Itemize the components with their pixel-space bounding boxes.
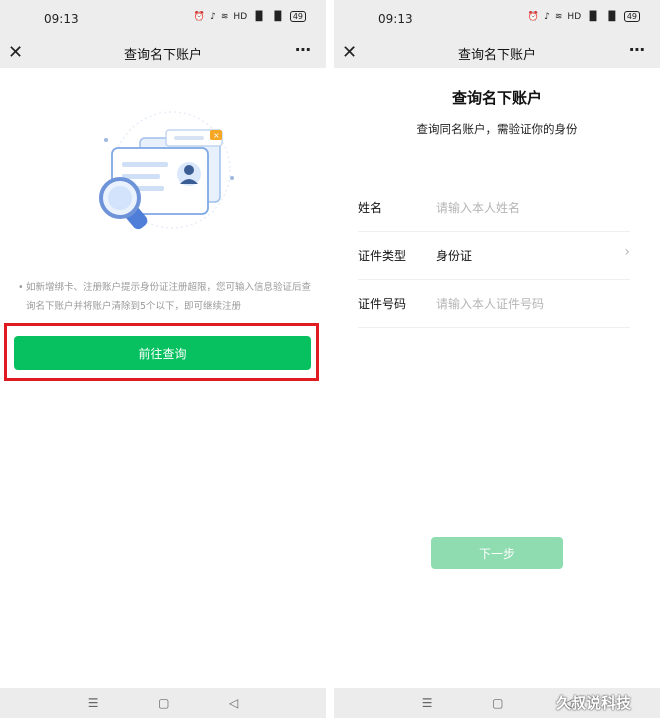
more-icon[interactable]: ⋯ <box>295 40 312 59</box>
wifi-icon: ≋ <box>554 11 563 22</box>
id-number-input[interactable]: 请输入本人证件号码 <box>436 295 544 312</box>
next-button[interactable]: 下一步 <box>431 537 563 569</box>
mute-icon: ♪ <box>210 11 216 22</box>
home-icon[interactable]: ▢ <box>492 696 503 710</box>
status-time: 09:13 <box>378 12 413 26</box>
chevron-right-icon: › <box>624 244 630 260</box>
menu-icon[interactable]: ☰ <box>422 696 433 710</box>
id-type-value[interactable]: 身份证 <box>436 247 472 264</box>
nav-bar: ✕ 查询名下账户 ⋯ <box>334 38 660 68</box>
id-type-row[interactable]: 证件类型 身份证 › <box>358 232 630 280</box>
watermark-text: 久叔说科技 <box>556 694 632 712</box>
back-icon[interactable]: ◁ <box>229 696 238 710</box>
notice-text: • 如新增绑卡、注册账户提示身份证注册超限，您可输入信息验证后查询名下账户并将账… <box>18 278 314 316</box>
page-title: 查询名下账户 <box>123 48 202 63</box>
signal-4g-icon: ▐▌ <box>604 11 619 22</box>
home-icon[interactable]: ▢ <box>158 696 169 710</box>
alarm-icon: ⏰ <box>193 11 206 22</box>
status-icons: ⏰ ♪ ≋ HD ▐▌ ▐▌ 49 <box>528 11 640 22</box>
hd-icon: HD <box>567 11 582 22</box>
signal-4g-icon: ▐▌ <box>270 11 285 22</box>
id-number-row[interactable]: 证件号码 请输入本人证件号码 <box>358 280 630 328</box>
hd-icon: HD <box>233 11 248 22</box>
more-icon[interactable]: ⋯ <box>629 40 646 59</box>
status-icons: ⏰ ♪ ≋ HD ▐▌ ▐▌ 49 <box>194 11 306 22</box>
wifi-icon: ≋ <box>220 11 229 22</box>
left-screen: 09:13 ⏰ ♪ ≋ HD ▐▌ ▐▌ 49 ✕ 查询名下账户 ⋯ × • 如… <box>0 0 326 718</box>
status-bar: 09:13 ⏰ ♪ ≋ HD ▐▌ ▐▌ 49 <box>0 0 326 38</box>
signal-5g-icon: ▐▌ <box>252 11 266 22</box>
query-button[interactable]: 前往查询 <box>14 336 311 370</box>
system-nav-bar: ☰ ▢ ◁ <box>0 688 326 718</box>
battery-icon: 49 <box>289 11 306 22</box>
right-screen: 09:13 ⏰ ♪ ≋ HD ▐▌ ▐▌ 49 ✕ 查询名下账户 ⋯ 查询名下账… <box>334 0 660 718</box>
name-input[interactable]: 请输入本人姓名 <box>436 199 520 216</box>
alarm-icon: ⏰ <box>527 11 540 22</box>
id-card-search-illustration: × <box>99 111 234 230</box>
id-number-label: 证件号码 <box>358 297 407 311</box>
status-bar: 09:13 ⏰ ♪ ≋ HD ▐▌ ▐▌ 49 <box>334 0 660 38</box>
signal-5g-icon: ▐▌ <box>586 11 600 22</box>
name-row[interactable]: 姓名 请输入本人姓名 <box>358 184 630 232</box>
status-time: 09:13 <box>44 12 79 26</box>
mute-icon: ♪ <box>544 11 550 22</box>
svg-text:×: × <box>213 131 220 140</box>
name-label: 姓名 <box>358 201 383 215</box>
id-type-label: 证件类型 <box>358 249 407 263</box>
form-heading: 查询名下账户 <box>451 89 542 107</box>
form-subheading: 查询同名账户，需验证你的身份 <box>416 122 578 136</box>
menu-icon[interactable]: ☰ <box>88 696 99 710</box>
battery-icon: 49 <box>623 11 640 22</box>
notice-body: 如新增绑卡、注册账户提示身份证注册超限，您可输入信息验证后查询名下账户并将账户清… <box>26 282 312 312</box>
nav-bar: ✕ 查询名下账户 ⋯ <box>0 38 326 68</box>
divider <box>326 0 334 718</box>
bullet-icon: • <box>18 282 24 293</box>
page-title: 查询名下账户 <box>457 48 536 63</box>
